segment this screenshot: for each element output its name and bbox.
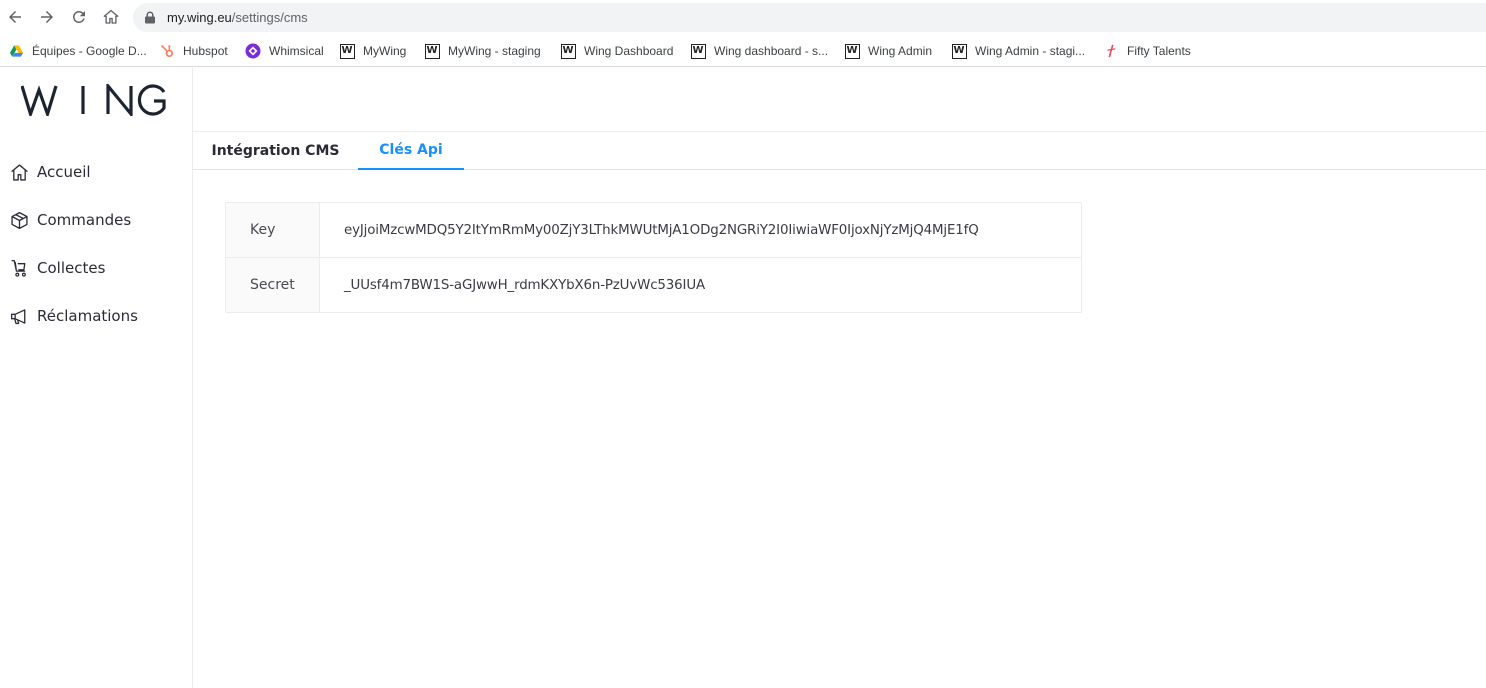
bookmark-label: Whimsical <box>269 44 324 58</box>
wing-logo[interactable] <box>20 81 167 121</box>
whimsical-icon <box>245 43 261 59</box>
bookmark-mywing-staging[interactable]: W MyWing - staging <box>424 40 541 62</box>
main-content: Intégration CMS Clés Api Key eyJjoiMzcwM… <box>193 68 1486 688</box>
fifty-talents-icon <box>1103 43 1119 59</box>
reload-button[interactable] <box>67 5 91 29</box>
lock-icon <box>145 11 155 24</box>
tab-cles-api[interactable]: Clés Api <box>358 132 464 170</box>
megaphone-icon <box>8 305 30 327</box>
url-text: my.wing.eu/settings/cms <box>167 10 308 25</box>
bookmark-whimsical[interactable]: Whimsical <box>245 40 324 62</box>
bookmark-wing-dashboard[interactable]: W Wing Dashboard <box>560 40 673 62</box>
browser-home-icon <box>103 9 119 24</box>
table-row: Key eyJjoiMzcwMDQ5Y2ItYmRmMy00ZjY3LThkMW… <box>226 203 1081 258</box>
reload-icon <box>72 10 85 23</box>
sidebar-item-accueil[interactable]: Accueil <box>8 158 91 186</box>
address-bar[interactable]: my.wing.eu/settings/cms <box>133 3 1486 32</box>
secret-value[interactable]: _UUsf4m7BW1S-aGJwwH_rdmKXYbX6n-PzUvWc536… <box>344 258 705 312</box>
tab-label: Intégration CMS <box>211 143 340 159</box>
wing-w-icon: W <box>560 43 576 59</box>
sidebar-item-reclamations[interactable]: Réclamations <box>8 302 138 330</box>
sidebar-item-label: Réclamations <box>37 307 138 325</box>
sidebar-item-label: Collectes <box>37 259 106 277</box>
bookmark-label: Wing Dashboard <box>584 44 674 58</box>
api-keys-table: Key eyJjoiMzcwMDQ5Y2ItYmRmMy00ZjY3LThkMW… <box>225 202 1082 313</box>
wing-w-icon: W <box>951 43 967 59</box>
cart-icon <box>8 257 30 279</box>
home-icon <box>8 161 30 183</box>
wing-logo-mark <box>20 81 166 120</box>
secret-label: Secret <box>226 258 320 312</box>
bookmark-label: Wing Admin - stagi... <box>975 44 1086 58</box>
hubspot-icon <box>159 43 175 59</box>
arrow-right-icon <box>41 11 53 23</box>
bookmarks-bar: Équipes - Google D... Hubspot Whimsical … <box>0 36 1486 67</box>
url-host: my.wing.eu <box>167 10 232 25</box>
tab-integration-cms[interactable]: Intégration CMS <box>193 132 358 170</box>
home-button[interactable] <box>99 5 123 29</box>
forward-button[interactable] <box>35 5 59 29</box>
bookmark-equipes[interactable]: Équipes - Google D... <box>8 40 147 62</box>
bookmark-fifty-talents[interactable]: Fifty Talents <box>1103 40 1191 62</box>
sidebar-item-commandes[interactable]: Commandes <box>8 206 131 234</box>
key-label: Key <box>226 203 320 257</box>
bookmark-wing-admin[interactable]: W Wing Admin <box>844 40 932 62</box>
arrow-left-icon <box>9 11 21 23</box>
browser-address-row: my.wing.eu/settings/cms <box>0 0 1486 36</box>
wing-w-icon: W <box>339 43 355 59</box>
wing-w-icon: W <box>690 43 706 59</box>
bookmark-label: Wing Admin <box>868 44 933 58</box>
package-icon <box>8 209 30 231</box>
bookmark-label: Équipes - Google D... <box>32 44 147 58</box>
bookmark-label: Wing dashboard - s... <box>714 44 829 58</box>
bookmark-mywing[interactable]: W MyWing <box>339 40 406 62</box>
google-drive-icon <box>8 43 24 59</box>
bookmark-label: MyWing - staging <box>448 44 541 58</box>
bookmark-wing-dashboard-staging[interactable]: W Wing dashboard - s... <box>690 40 828 62</box>
back-button[interactable] <box>3 5 27 29</box>
bookmark-label: Fifty Talents <box>1127 44 1191 58</box>
bookmark-label: MyWing <box>363 44 407 58</box>
bookmark-wing-admin-staging[interactable]: W Wing Admin - stagi... <box>951 40 1085 62</box>
top-bar <box>193 68 1486 132</box>
tab-label: Clés Api <box>379 142 443 158</box>
key-value[interactable]: eyJjoiMzcwMDQ5Y2ItYmRmMy00ZjY3LThkMWUtMj… <box>344 203 979 257</box>
url-path: /settings/cms <box>231 10 308 25</box>
bookmark-hubspot[interactable]: Hubspot <box>159 40 228 62</box>
wing-w-icon: W <box>424 43 440 59</box>
settings-tabs: Intégration CMS Clés Api <box>193 132 1486 170</box>
wing-w-icon: W <box>844 43 860 59</box>
sidebar-item-label: Commandes <box>37 211 132 229</box>
bookmark-label: Hubspot <box>183 44 228 58</box>
sidebar-item-label: Accueil <box>37 163 91 181</box>
sidebar: Accueil Commandes Collectes Réclamations <box>0 68 193 688</box>
sidebar-item-collectes[interactable]: Collectes <box>8 254 105 282</box>
table-row: Secret _UUsf4m7BW1S-aGJwwH_rdmKXYbX6n-Pz… <box>226 258 1081 312</box>
